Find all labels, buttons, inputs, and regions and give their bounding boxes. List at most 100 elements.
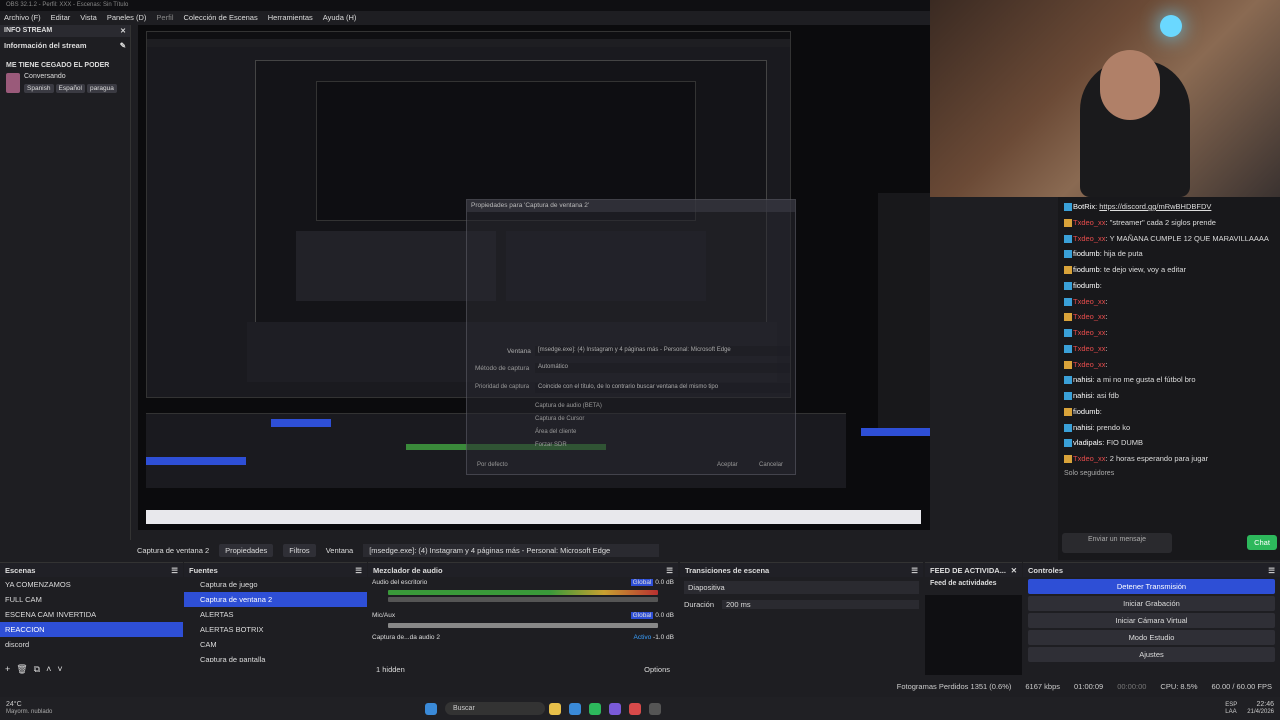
rec-time: 00:00:00 — [1117, 682, 1147, 691]
chat-username[interactable]: Txdeo_xx — [1073, 344, 1106, 353]
scene-item[interactable]: FULL CAM — [0, 592, 183, 607]
dialog-option-sdr[interactable]: Forzar SDR — [535, 439, 602, 452]
chat-text: asi fdb — [1096, 391, 1119, 400]
activity-header: Feed de actividades — [930, 580, 997, 587]
file-explorer-icon[interactable] — [549, 702, 561, 715]
chat-username[interactable]: BotRix — [1073, 202, 1095, 211]
mixer-hidden-count[interactable]: 1 hidden — [376, 665, 405, 674]
properties-dialog: Propiedades para 'Captura de ventana 2' … — [466, 199, 796, 475]
mixer-options-button[interactable]: Options — [644, 665, 670, 674]
chat-username[interactable]: Txdeo_xx — [1073, 312, 1106, 321]
dock-menu-icon[interactable]: ☰ — [355, 566, 362, 575]
chat-text: prendo ko — [1096, 422, 1131, 432]
scene-item[interactable]: ESCENA CAM INVERTIDA — [0, 607, 183, 622]
source-item[interactable]: ALERTAS — [184, 607, 367, 622]
chat-input[interactable]: Enviar un mensaje — [1062, 533, 1172, 553]
taskbar-search[interactable]: Buscar — [445, 702, 545, 715]
chat-message: fiodumb: hija de puta — [1064, 248, 1274, 259]
chat-send-button[interactable]: Chat — [1247, 535, 1277, 550]
dialog-option-cursor[interactable]: Captura de Cursor — [535, 413, 602, 426]
source-item[interactable]: ALERTAS BOTRIX — [184, 622, 367, 637]
menu-herramientas[interactable]: Herramientas — [268, 13, 313, 23]
chat-username[interactable]: fiodumb — [1073, 407, 1100, 416]
scene-toolbar-icons[interactable]: +🗑︎⧉˄˅ — [5, 664, 69, 675]
chrome-icon[interactable] — [629, 702, 641, 715]
dialog-option-client[interactable]: Área del cliente — [535, 426, 602, 439]
weather-widget[interactable]: 24°C Mayorm. nublado — [6, 701, 96, 715]
tag-paragua: paragua — [87, 84, 117, 93]
menu-coleccion[interactable]: Colección de Escenas — [184, 13, 258, 23]
chat-text[interactable]: https://discord.gg/mRwBHDBFDV — [1099, 202, 1211, 211]
start-recording-button[interactable]: Iniciar Grabación — [1028, 596, 1275, 611]
transition-select[interactable]: Diapositiva — [684, 581, 919, 594]
chat-username[interactable]: Txdeo_xx — [1073, 234, 1106, 243]
duration-input[interactable]: 200 ms — [722, 600, 919, 609]
chat-username[interactable]: fiodumb — [1073, 281, 1100, 290]
tag-spanish: Spanish — [24, 84, 54, 93]
dialog-cancel-button[interactable]: Cancelar — [759, 462, 783, 468]
pencil-icon[interactable]: ✎ — [120, 41, 126, 50]
obs-icon[interactable] — [649, 702, 661, 715]
chat-message: Txdeo_xx: — [1064, 296, 1274, 307]
source-item[interactable]: Captura de pantalla — [184, 652, 367, 662]
close-icon[interactable]: ✕ — [120, 27, 126, 35]
dock-menu-icon[interactable]: ☰ — [1268, 566, 1275, 575]
discord-icon[interactable] — [609, 702, 621, 715]
dialog-option-audio[interactable]: Captura de audio (BETA) — [535, 400, 602, 413]
dock-menu-icon[interactable]: ☰ — [911, 566, 918, 575]
source-item-selected[interactable]: Captura de ventana 2 — [184, 592, 367, 607]
stop-stream-button[interactable]: Detener Transmisión — [1028, 579, 1275, 594]
dialog-method-select[interactable]: Automático — [535, 363, 790, 373]
source-item[interactable]: CAM — [184, 637, 367, 652]
start-icon[interactable] — [425, 702, 437, 715]
category-thumbnail — [6, 73, 20, 93]
filters-button[interactable]: Filtros — [283, 544, 316, 557]
nested-taskbar — [146, 510, 921, 524]
preview-canvas[interactable]: Propiedades para 'Captura de ventana 2' … — [138, 25, 930, 530]
clock-time: 22:46 — [1256, 701, 1274, 709]
transitions-dock: Transiciones de escena ☰ Diapositiva Dura… — [680, 562, 923, 677]
scene-item[interactable]: discord — [0, 637, 183, 652]
chat-username[interactable]: Txdeo_xx — [1073, 454, 1106, 463]
chat-username[interactable]: Txdeo_xx — [1073, 218, 1106, 227]
dialog-priority-select[interactable]: Coincide con el título, de lo contrario … — [535, 383, 790, 393]
chat-username[interactable]: Txdeo_xx — [1073, 328, 1106, 337]
menu-ayuda[interactable]: Ayuda (H) — [323, 13, 357, 23]
volume-meter — [388, 590, 658, 595]
dock-menu-icon[interactable]: ☰ — [171, 566, 178, 575]
chat-username[interactable]: fiodumb — [1073, 249, 1100, 258]
chat-message: Txdeo_xx: — [1064, 327, 1274, 338]
chat-username[interactable]: fiodumb — [1073, 265, 1100, 274]
chat-username[interactable]: nahisi — [1073, 423, 1093, 432]
scene-item[interactable]: YA COMENZAMOS — [0, 577, 183, 592]
close-icon[interactable]: ✕ — [1011, 566, 1017, 575]
start-virtual-camera-button[interactable]: Iniciar Cámara Virtual — [1028, 613, 1275, 628]
chat-username[interactable]: nahisi — [1073, 391, 1093, 400]
menu-perfil[interactable]: Perfil — [156, 13, 173, 23]
volume-slider[interactable] — [388, 597, 658, 602]
track-db: 0.0 dB — [655, 579, 674, 586]
source-item[interactable]: Captura de juego — [184, 577, 367, 592]
chat-panel: BotRix: https://discord.gg/mRwBHDBFDV Txd… — [1058, 197, 1280, 560]
menu-editar[interactable]: Editar — [51, 13, 71, 23]
window-select[interactable]: [msedge.exe]: (4) Instagram y 4 páginas … — [363, 544, 660, 557]
chat-username[interactable]: Txdeo_xx — [1073, 360, 1106, 369]
menu-vista[interactable]: Vista — [80, 13, 97, 23]
dialog-accept-button[interactable]: Aceptar — [717, 462, 738, 468]
menu-archivo[interactable]: Archivo (F) — [4, 13, 41, 23]
chat-username[interactable]: Txdeo_xx — [1073, 297, 1106, 306]
dock-menu-icon[interactable]: ☰ — [666, 566, 673, 575]
scene-item-selected[interactable]: REACCION — [0, 622, 183, 637]
chat-username[interactable]: vladipals — [1073, 438, 1102, 447]
studio-mode-button[interactable]: Modo Estudio — [1028, 630, 1275, 645]
chat-message: BotRix: https://discord.gg/mRwBHDBFDV — [1064, 201, 1274, 212]
edge-icon[interactable] — [569, 702, 581, 715]
dialog-defaults-button[interactable]: Por defecto — [477, 462, 508, 468]
chat-username[interactable]: nahisi — [1073, 375, 1093, 384]
spotify-icon[interactable] — [589, 702, 601, 715]
properties-button[interactable]: Propiedades — [219, 544, 274, 557]
menu-paneles[interactable]: Paneles (D) — [107, 13, 147, 23]
settings-button[interactable]: Ajustes — [1028, 647, 1275, 662]
lang-primary: ESP — [1225, 701, 1238, 708]
dialog-ventana-select[interactable]: [msedge.exe]: (4) Instagram y 4 páginas … — [535, 346, 790, 356]
